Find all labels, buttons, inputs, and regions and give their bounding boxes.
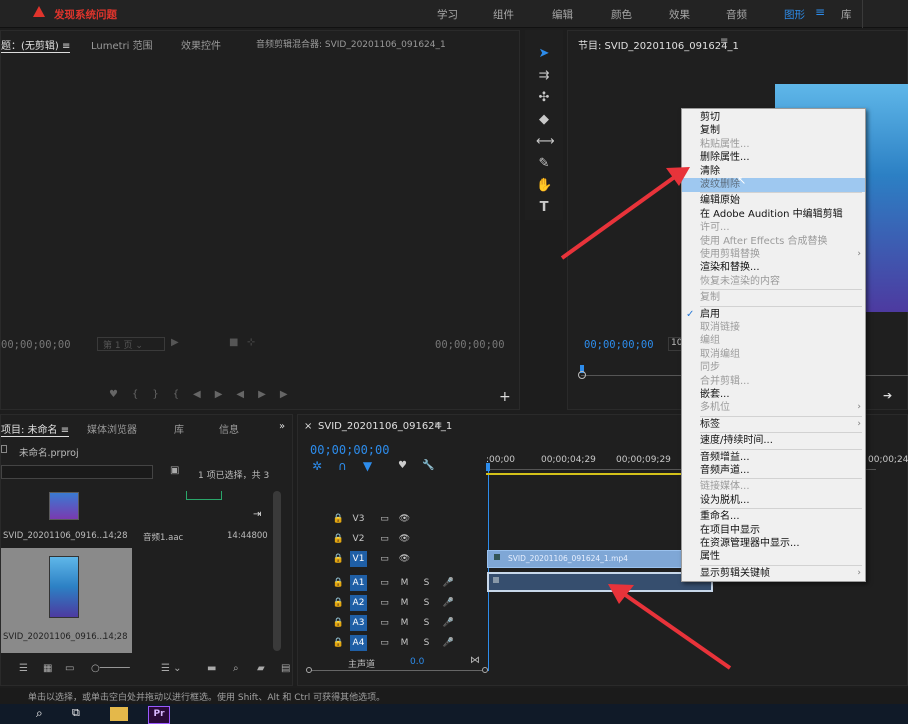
annotation-arrows: [560, 167, 732, 670]
premiere-icon[interactable]: Pr: [148, 706, 170, 724]
status-text: 单击以选择，或单击空白处并拖动以进行框选。使用 Shift、Alt 和 Ctrl…: [28, 693, 386, 703]
search-icon[interactable]: ⌕: [36, 706, 43, 721]
windows-taskbar: ⌕ ⧉ Pr: [0, 704, 908, 724]
status-bar: 单击以选择，或单击空白处并拖动以进行框选。使用 Shift、Alt 和 Ctrl…: [0, 688, 908, 704]
task-view-icon[interactable]: ⧉: [72, 706, 80, 720]
arrow-to-audio-clip: [608, 584, 732, 670]
arrow-to-ripple-delete: [560, 167, 690, 260]
file-explorer-icon[interactable]: [110, 707, 128, 721]
